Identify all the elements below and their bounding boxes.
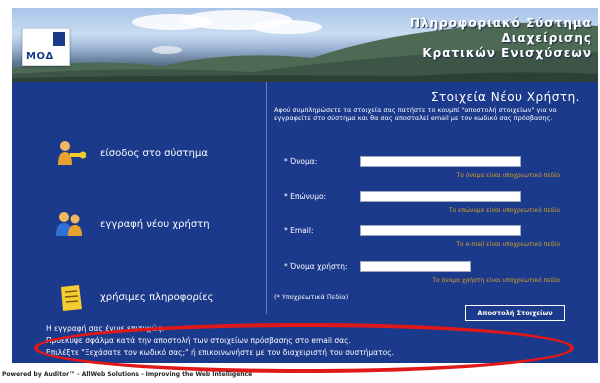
sidebar: είσοδος στο σύστημα εγγραφή νέου χρήστη … — [12, 82, 275, 363]
header-banner: ΜΟΔ Πληροφοριακό Σύστημα Διαχείρισης Κρα… — [12, 8, 598, 82]
logo[interactable]: ΜΟΔ — [22, 28, 70, 66]
nav-register-label[interactable]: εγγραφή νέου χρήστη — [100, 219, 210, 230]
site-title-line-1: Πληροφοριακό Σύστημα — [409, 16, 592, 30]
notepad-icon — [61, 285, 82, 311]
form-intro: Αφού συμπληρώσετε τα στοιχεία σας πατήστ… — [274, 106, 557, 122]
username-input[interactable] — [360, 261, 471, 272]
users-icon — [56, 212, 82, 236]
username-hint: Το όνομα χρήστη είναι υποχρεωτικό πεδίο — [432, 277, 560, 284]
username-label: * Όνομα χρήστη: — [284, 262, 348, 271]
email-error-message: Προέκυψε σφάλμα κατά την αποστολή των στ… — [46, 336, 351, 345]
nav-login-label[interactable]: είσοδος στο σύστημα — [100, 148, 208, 159]
footer-credit: Powered by Auditor™ - AllWeb Solutions -… — [2, 371, 253, 378]
last-name-hint: Το επώνυμο είναι υποχρεωτικό πεδίο — [448, 207, 560, 214]
required-fields-note: (* Υποχρεωτικά Πεδία) — [274, 293, 349, 301]
panel-divider — [266, 82, 267, 314]
first-name-label: * Όνομα: — [284, 157, 318, 166]
site-title-line-2: Διαχείρισης — [501, 31, 592, 45]
last-name-label: * Επώνυμο: — [284, 192, 327, 201]
submit-button[interactable]: Αποστολή Στοιχείων — [465, 305, 565, 321]
first-name-input[interactable] — [360, 156, 521, 167]
nav-login[interactable]: είσοδος στο σύστημα — [100, 138, 280, 168]
site-title-line-3: Κρατικών Ενισχύσεων — [422, 46, 592, 60]
logo-text: ΜΟΔ — [26, 51, 54, 62]
email-input[interactable] — [360, 225, 521, 236]
email-label: * Email: — [284, 226, 314, 235]
recovery-hint-message: Επιλέξτε "Ξεχάσατε τον κωδικό σας;" ή επ… — [46, 348, 394, 357]
document-icon — [53, 32, 65, 46]
nav-register[interactable]: εγγραφή νέου χρήστη — [100, 209, 280, 239]
success-message: Η εγγραφή σας έγινε επιτυχώς. — [46, 324, 165, 333]
site-title: Πληροφοριακό Σύστημα Διαχείρισης Κρατικώ… — [410, 16, 592, 61]
form-title: Στοιχεία Νέου Χρήστη. — [430, 90, 580, 104]
email-hint: Το e-mail είναι υποχρεωτικό πεδίο — [456, 241, 560, 248]
key-person-icon — [58, 141, 86, 165]
nav-info-label[interactable]: χρήσιμες πληροφορίες — [100, 292, 213, 303]
nav-info[interactable]: χρήσιμες πληροφορίες — [100, 282, 280, 312]
last-name-input[interactable] — [360, 191, 521, 202]
first-name-hint: Το όνομα είναι υποχρεωτικό πεδίο — [456, 172, 560, 179]
